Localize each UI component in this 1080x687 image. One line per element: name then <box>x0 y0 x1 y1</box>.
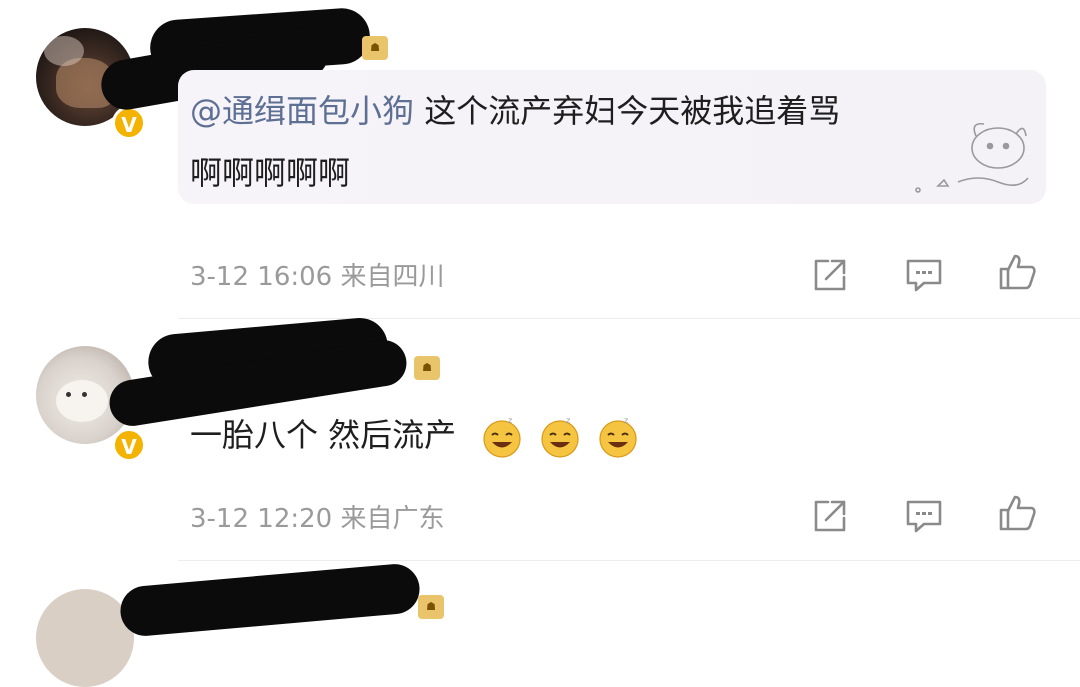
fan-medal-icon: ☗ <box>418 595 444 619</box>
share-button[interactable] <box>810 496 850 536</box>
comment-1: V ☗ @通缉面包小狗 这个流产弃妇今天被我追着骂 啊啊啊啊啊 3-12 16:… <box>0 0 1080 320</box>
doodle-sticker-icon <box>915 122 1029 193</box>
thumbs-up-icon <box>999 254 1036 290</box>
user-mention-link[interactable]: @通缉面包小狗 <box>190 92 414 130</box>
share-icon <box>814 259 846 291</box>
comment-text: 一胎八个 然后流产 z z z <box>190 410 640 460</box>
comment-text-line2: 啊啊啊啊啊 <box>190 154 351 192</box>
fan-medal-icon: ☗ <box>362 36 388 60</box>
share-button[interactable] <box>810 255 850 295</box>
comment-button[interactable] <box>904 255 944 295</box>
avatar[interactable] <box>36 589 134 687</box>
comment-button[interactable] <box>904 496 944 536</box>
comment-text-content: 一胎八个 然后流产 <box>190 416 457 454</box>
drowsy-smile-emoji: z <box>483 416 521 458</box>
comment-text: @通缉面包小狗 这个流产弃妇今天被我追着骂 <box>190 86 840 136</box>
comment-divider <box>178 318 1080 319</box>
thumbs-up-icon <box>999 495 1036 531</box>
verified-badge: V <box>112 428 146 462</box>
like-button[interactable] <box>997 493 1037 533</box>
verified-badge: V <box>112 106 146 140</box>
comment-icon <box>906 259 942 292</box>
comment-meta: 3-12 12:20 来自广东 <box>190 504 445 534</box>
svg-text:z: z <box>566 416 570 425</box>
comment-3: ☗ <box>0 561 1080 687</box>
comment-meta: 3-12 16:06 来自四川 <box>190 262 445 292</box>
comment-2: V ☗ 一胎八个 然后流产 z z z 3-12 12:20 来自广东 <box>0 315 1080 560</box>
drowsy-smile-emoji: z <box>541 416 579 458</box>
fan-medal-icon: ☗ <box>414 356 440 380</box>
svg-text:z: z <box>624 416 628 425</box>
redacted-username <box>118 562 422 638</box>
comment-text-line1: 这个流产弃妇今天被我追着骂 <box>414 92 841 130</box>
share-icon <box>814 500 846 532</box>
comment-icon <box>906 500 942 533</box>
drowsy-smile-emoji: z <box>599 416 637 458</box>
like-button[interactable] <box>997 252 1037 292</box>
svg-text:z: z <box>508 416 512 425</box>
